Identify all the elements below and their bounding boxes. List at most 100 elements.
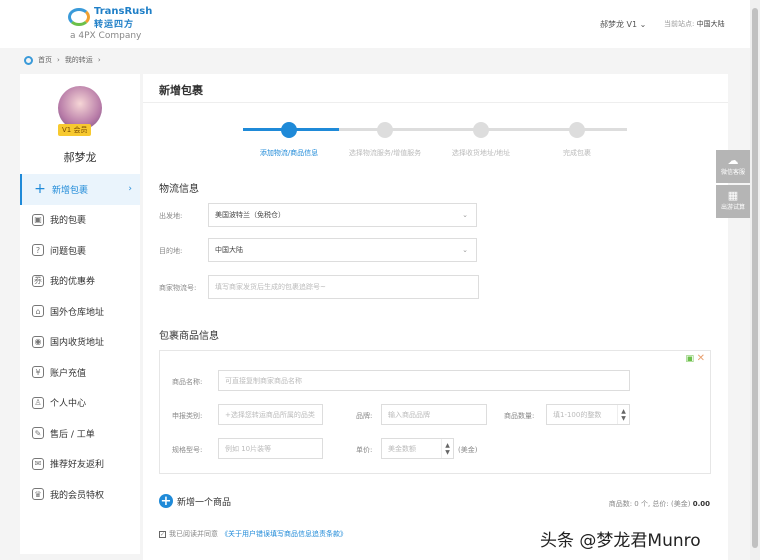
brand-name-en: TransRush bbox=[94, 6, 153, 17]
user-menu[interactable]: 郝梦龙 V1 ⌄ bbox=[600, 19, 646, 30]
logistics-section-title: 物流信息 bbox=[159, 184, 199, 195]
sidebar-item[interactable]: 券我的优惠券 bbox=[20, 266, 140, 297]
chevron-right-icon: › bbox=[57, 56, 60, 64]
sidebar-item[interactable]: ¥ 账户充值 bbox=[20, 357, 140, 388]
tracking-label: 商家物流号: bbox=[159, 284, 197, 292]
qr-button[interactable]: ▦ 出游试算 bbox=[716, 185, 750, 218]
agree-text: 我已阅读并同意 bbox=[169, 530, 218, 538]
chevron-right-icon: › bbox=[128, 184, 132, 195]
step-label: 选择物流服务/增值服务 bbox=[348, 149, 422, 157]
main-panel: 新增包裹 添加物流/商品信息 选择物流服务/增值服务 选择收货地址/地址 完成包… bbox=[143, 74, 728, 560]
sidebar-item-label: 我的优惠券 bbox=[50, 277, 96, 288]
sidebar-item-label: 问题包裹 bbox=[50, 246, 87, 257]
destination-select[interactable]: 中国大陆 ⌄ bbox=[208, 238, 477, 262]
warehouse-icon: ⌂ bbox=[32, 305, 44, 318]
sidebar-item[interactable]: ▣ 我的包裹 bbox=[20, 205, 140, 236]
price-unit: (美金) bbox=[458, 446, 478, 454]
price-stepper[interactable]: 美金数额 ▲ ▼ bbox=[381, 438, 454, 459]
coupon-icon: 券 bbox=[32, 274, 44, 287]
location-pin-icon bbox=[24, 55, 33, 65]
terms-link[interactable]: 《关于用户错误填写商品信息追责条款》 bbox=[221, 529, 347, 539]
spinner-icon[interactable]: ▲ ▼ bbox=[617, 405, 629, 424]
brand-label: 品牌: bbox=[356, 412, 373, 420]
site-label: 当前站点: bbox=[664, 20, 695, 28]
sidebar-item[interactable]: ♛ 我的会员特权 bbox=[20, 479, 140, 510]
site-selector[interactable]: 当前站点: 中国大陆 bbox=[664, 19, 725, 29]
wechat-service-button[interactable]: ☁ 微信客服 bbox=[716, 150, 750, 183]
brand-name-cn: 转运四方 bbox=[94, 20, 135, 30]
package-icon: ▣ bbox=[32, 213, 44, 226]
site-value: 中国大陆 bbox=[696, 20, 725, 28]
step-label: 添加物流/商品信息 bbox=[259, 149, 319, 157]
plus-circle-icon: + bbox=[159, 493, 173, 509]
brand-sub: a 4PX Company bbox=[70, 31, 142, 41]
price-placeholder: 美金数额 bbox=[388, 444, 416, 453]
sidebar-item[interactable]: ✎ 售后 / 工单 bbox=[20, 418, 140, 449]
sidebar: V1 会员 郝梦龙 + 新增包裹 › ▣ 我的包裹? 问题包裹券我的优惠券 ⌂ 国外仓库地址 ◉… bbox=[20, 74, 140, 554]
divider bbox=[143, 102, 728, 103]
close-icon[interactable]: ✕ bbox=[697, 353, 705, 364]
spec-input[interactable]: 例如 10片装等 bbox=[218, 438, 323, 459]
spinner-icon[interactable]: ▲ ▼ bbox=[441, 439, 453, 458]
sidebar-item-label: 账户充值 bbox=[50, 368, 87, 379]
qr-label: 出游试算 bbox=[720, 204, 745, 211]
sidebar-menu: + 新增包裹 › ▣ 我的包裹? 问题包裹券我的优惠券 ⌂ 国外仓库地址 ◉ 国内收货地址 ¥ 账户充… bbox=[20, 174, 140, 510]
sidebar-item[interactable]: ✉ 推荐好友返利 bbox=[20, 449, 140, 480]
goods-name-label: 商品名称: bbox=[172, 378, 203, 386]
chevron-right-icon: › bbox=[97, 56, 101, 64]
origin-label: 出发地: bbox=[159, 212, 183, 220]
goods-section-title: 包裹商品信息 bbox=[159, 331, 219, 342]
wrench-icon: ✎ bbox=[32, 427, 44, 440]
goods-name-input[interactable]: 可直接复制商家商品名称 bbox=[218, 370, 630, 391]
agree-checkbox[interactable]: ✓ bbox=[159, 530, 166, 538]
sidebar-item-label: 推荐好友返利 bbox=[50, 460, 105, 471]
sidebar-item-label: 我的会员特权 bbox=[50, 490, 105, 501]
vip-icon: ♛ bbox=[32, 488, 44, 501]
sidebar-item[interactable]: ⌂ 国外仓库地址 bbox=[20, 296, 140, 327]
chevron-down-icon: ⌄ bbox=[462, 246, 468, 254]
sidebar-item-label: 我的包裹 bbox=[50, 216, 87, 227]
add-goods-button[interactable]: + 新增一个商品 bbox=[159, 493, 232, 509]
sidebar-item-label: 国外仓库地址 bbox=[50, 307, 105, 318]
chevron-down-icon: ⌄ bbox=[462, 211, 468, 219]
quantity-stepper[interactable]: 填1-100的整数 ▲ ▼ bbox=[546, 404, 630, 425]
origin-value: 美国波特兰（免税仓） bbox=[215, 211, 285, 219]
step-dot bbox=[473, 122, 489, 138]
gift-icon: ✉ bbox=[32, 457, 44, 470]
location-icon: ◉ bbox=[32, 335, 44, 348]
sidebar-item-label: 国内收货地址 bbox=[50, 338, 105, 349]
step-dot-active bbox=[281, 122, 297, 138]
breadcrumb-my-transfer[interactable]: 我的转运 bbox=[65, 55, 93, 65]
breadcrumb-home[interactable]: 首页 bbox=[38, 55, 52, 65]
progress-steps: 添加物流/商品信息 选择物流服务/增值服务 选择收货地址/地址 完成包裹 bbox=[243, 122, 627, 157]
add-goods-label: 新增一个商品 bbox=[177, 497, 232, 508]
tracking-input[interactable]: 填写商家发货后生成的包裹追踪号~ bbox=[208, 275, 479, 299]
sidebar-item-label: 个人中心 bbox=[50, 399, 87, 410]
sidebar-item[interactable]: ◉ 国内收货地址 bbox=[20, 327, 140, 358]
price-label: 单价: bbox=[356, 446, 373, 454]
sidebar-item-label: 售后 / 工单 bbox=[50, 429, 95, 440]
sidebar-item[interactable]: ? 问题包裹 bbox=[20, 235, 140, 266]
origin-select[interactable]: 美国波特兰（免税仓） ⌄ bbox=[208, 203, 477, 227]
sidebar-item[interactable]: ♙ 个人中心 bbox=[20, 388, 140, 419]
destination-label: 目的地: bbox=[159, 247, 183, 255]
user-icon: ♙ bbox=[32, 396, 44, 409]
brand-input[interactable]: 输入商品品牌 bbox=[381, 404, 487, 425]
step-label: 完成包裹 bbox=[563, 149, 591, 157]
question-icon: ? bbox=[32, 244, 44, 257]
destination-value: 中国大陆 bbox=[215, 246, 243, 254]
goods-card: ▣ ✕ 商品名称: 可直接复制商家商品名称 申报类别: +选择您转运商品所属的品… bbox=[159, 350, 711, 474]
sidebar-item[interactable]: + 新增包裹 › bbox=[20, 174, 140, 205]
top-header: TransRush 转运四方 a 4PX Company 郝梦龙 V1 ⌄ 当前… bbox=[0, 0, 750, 48]
quantity-label: 商品数量: bbox=[504, 412, 535, 420]
scrollbar-thumb[interactable] bbox=[752, 8, 758, 548]
edit-icon[interactable]: ▣ bbox=[685, 354, 694, 364]
watermark: 头条 @梦龙君Munro bbox=[540, 531, 701, 551]
sidebar-item-label: 新增包裹 bbox=[52, 185, 89, 196]
summary-label: 商品数: 0 个, 总价: (美金) bbox=[608, 500, 691, 508]
category-input[interactable]: +选择您转运商品所属的品类 bbox=[218, 404, 323, 425]
category-label: 申报类别: bbox=[172, 412, 203, 420]
quantity-placeholder: 填1-100的整数 bbox=[553, 410, 602, 419]
agreement-row: ✓ 我已阅读并同意 《关于用户错误填写商品信息追责条款》 bbox=[159, 529, 347, 539]
goods-summary: 商品数: 0 个, 总价: (美金) 0.00 bbox=[609, 499, 710, 509]
